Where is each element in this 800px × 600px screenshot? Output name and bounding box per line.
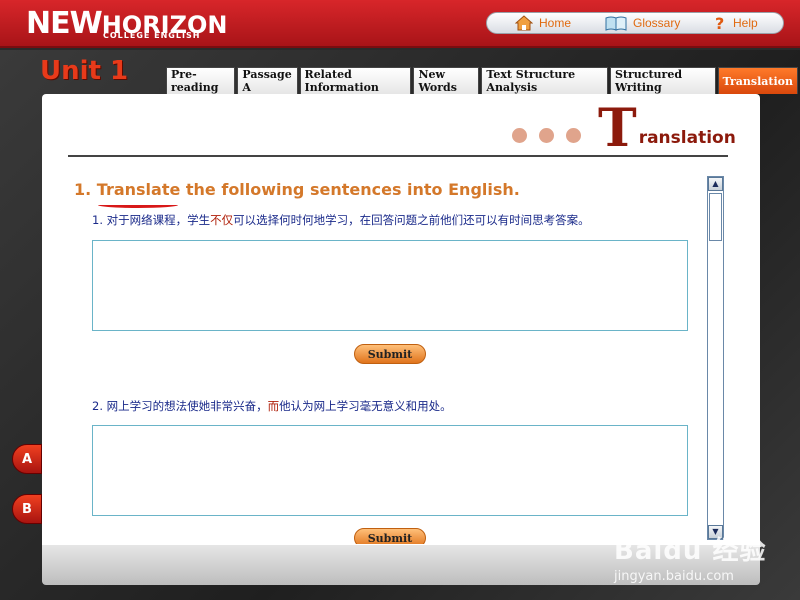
submit-1-button[interactable]: Submit <box>354 344 426 364</box>
watermark: Baidu 经验 jingyan.baidu.com <box>614 530 766 584</box>
question-2-text-b: 他认为网上学习毫无意义和用处。 <box>279 399 452 413</box>
glossary-link[interactable]: Glossary <box>605 15 680 31</box>
watermark-url: jingyan.baidu.com <box>614 569 734 584</box>
question-2: 2. 网上学习的想法使她非常兴奋，而他认为网上学习毫无意义和用处。 <box>92 398 452 414</box>
tab-text-structure-analysis[interactable]: Text Structure Analysis <box>481 67 608 94</box>
tab-pre-reading[interactable]: Pre-reading <box>166 67 236 94</box>
red-underline-annotation <box>98 202 178 208</box>
answer-1-textarea[interactable] <box>92 240 688 331</box>
dot-icon <box>566 128 581 143</box>
unit-title: Unit 1 <box>40 56 129 86</box>
home-icon <box>515 15 533 31</box>
svg-text:?: ? <box>715 15 724 31</box>
scroll-thumb[interactable] <box>709 193 722 241</box>
question-1-text-b: 可以选择何时何地学习，在回答问题之前他们还可以有时间思考答案。 <box>233 213 590 227</box>
submit-2-button[interactable]: Submit <box>354 528 426 544</box>
side-button-a[interactable]: A <box>12 444 42 474</box>
exercise-scroll-area: 1. Translate the following sentences int… <box>70 172 706 544</box>
logo-new: NEW <box>26 6 103 41</box>
top-navigation: Home Glossary ? Help <box>486 12 784 34</box>
tab-translation[interactable]: Translation <box>717 67 799 94</box>
tab-passage-a[interactable]: Passage A <box>237 67 298 94</box>
question-1-text-a: 1. 对于网络课程，学生 <box>92 213 211 227</box>
logo-subtitle: COLLEGE ENGLISH <box>103 31 201 40</box>
answer-2-textarea[interactable] <box>92 425 688 516</box>
section-title-rest: ranslation <box>638 128 736 148</box>
scroll-up-icon[interactable]: ▲ <box>708 177 723 191</box>
dot-icon <box>512 128 527 143</box>
watermark-title: Baidu 经验 <box>614 536 767 566</box>
book-icon <box>605 16 627 31</box>
exercise-heading: 1. Translate the following sentences int… <box>74 180 520 199</box>
section-divider <box>68 155 728 157</box>
tab-bar: Pre-reading Passage A Related Informatio… <box>166 67 800 95</box>
question-1: 1. 对于网络课程，学生不仅可以选择何时何地学习，在回答问题之前他们还可以有时间… <box>92 212 590 228</box>
tab-structured-writing[interactable]: Structured Writing <box>609 67 716 94</box>
home-link[interactable]: Home <box>515 15 571 31</box>
help-link[interactable]: ? Help <box>713 15 758 31</box>
decorative-dots <box>512 128 581 143</box>
home-label: Home <box>539 16 572 30</box>
app-header: NEWHORIZON COLLEGE ENGLISH Home Glossary… <box>0 0 800 48</box>
tab-new-words[interactable]: New Words <box>413 67 480 94</box>
vertical-scrollbar[interactable]: ▲ ▼ <box>707 176 724 540</box>
glossary-label: Glossary <box>633 16 681 30</box>
question-mark-icon: ? <box>715 15 724 31</box>
question-2-highlight: 而 <box>267 399 280 413</box>
section-title-initial: T <box>598 98 637 159</box>
section-title: T ranslation <box>598 98 736 159</box>
question-1-highlight: 不仅 <box>210 213 234 227</box>
dot-icon <box>539 128 554 143</box>
question-2-text-a: 2. 网上学习的想法使她非常兴奋， <box>92 399 268 413</box>
tab-related-information[interactable]: Related Information <box>299 67 412 94</box>
help-label: Help <box>733 16 758 30</box>
side-button-b[interactable]: B <box>12 494 42 524</box>
